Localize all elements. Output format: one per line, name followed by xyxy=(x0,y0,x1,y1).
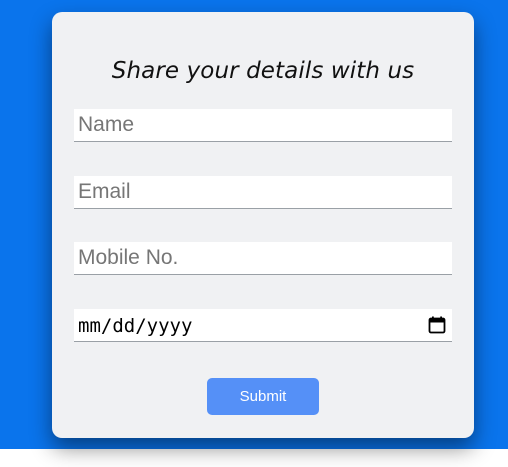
email-input[interactable]: Email xyxy=(74,176,452,209)
date-input[interactable]: mm/dd/yyyy xyxy=(74,309,452,342)
date-placeholder: mm/dd/yyyy xyxy=(78,315,193,337)
email-placeholder: Email xyxy=(78,180,131,203)
mobile-input[interactable]: Mobile No. xyxy=(74,242,452,275)
submit-button[interactable]: Submit xyxy=(207,378,319,415)
mobile-placeholder: Mobile No. xyxy=(78,246,179,269)
name-placeholder: Name xyxy=(78,113,135,136)
name-input[interactable]: Name xyxy=(74,109,452,142)
details-form-card: Share your details with us Name Email Mo… xyxy=(52,12,474,438)
form-title: Share your details with us xyxy=(111,58,415,84)
calendar-icon[interactable] xyxy=(428,316,446,334)
